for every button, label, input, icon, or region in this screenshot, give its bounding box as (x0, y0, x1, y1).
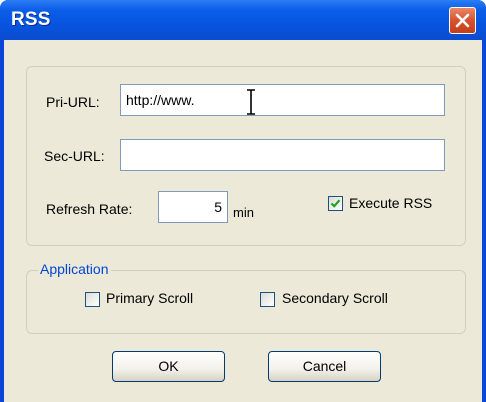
refresh-rate-input[interactable] (158, 191, 228, 223)
primary-scroll-checkbox[interactable] (85, 292, 100, 307)
sec-url-label: Sec-URL: (44, 148, 105, 164)
close-icon (455, 13, 470, 28)
application-group-legend: Application (38, 261, 111, 277)
title-bar[interactable]: RSS (0, 0, 486, 40)
window-title: RSS (11, 9, 51, 30)
refresh-rate-unit: min (233, 205, 254, 220)
pri-url-input[interactable] (120, 84, 445, 116)
execute-rss-label: Execute RSS (349, 195, 433, 211)
ok-button[interactable]: OK (112, 351, 225, 382)
checkmark-icon (330, 199, 341, 208)
sec-url-input[interactable] (120, 139, 445, 171)
refresh-rate-label: Refresh Rate: (46, 201, 133, 217)
secondary-scroll-label: Secondary Scroll (282, 290, 388, 306)
cancel-button[interactable]: Cancel (268, 351, 381, 382)
rss-dialog-window: RSS Pri-URL: Sec-URL: Refresh Rate: min … (0, 0, 486, 402)
execute-rss-checkbox[interactable] (328, 196, 343, 211)
primary-scroll-label: Primary Scroll (106, 290, 194, 306)
close-button[interactable] (449, 7, 476, 34)
pri-url-label: Pri-URL: (46, 94, 100, 110)
secondary-scroll-checkbox[interactable] (260, 292, 275, 307)
text-cursor-icon (247, 89, 255, 115)
